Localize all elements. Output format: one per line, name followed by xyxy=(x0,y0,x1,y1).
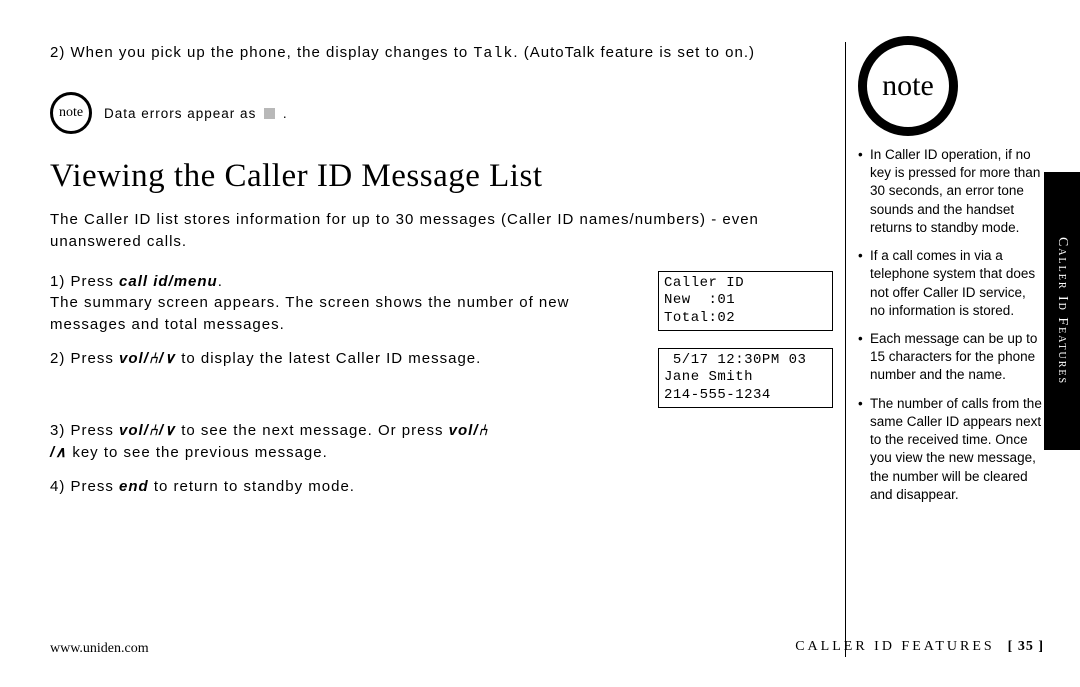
bell-icon: ⑃ xyxy=(479,422,489,439)
note-icon-small: note xyxy=(50,92,92,134)
side-bullet: If a call comes in via a telephone syste… xyxy=(858,247,1044,320)
down-arrow-icon: ∨ xyxy=(164,350,176,367)
side-bullet: The number of calls from the same Caller… xyxy=(858,395,1044,504)
step-autotalk: 2) When you pick up the phone, the displ… xyxy=(50,42,833,64)
bell-icon: ⑃ xyxy=(149,350,159,367)
step-4: 4) Press end to return to standby mode. xyxy=(50,476,833,498)
side-tab: Caller Id Features xyxy=(1044,172,1080,450)
lcd-detail: 5/17 12:30PM 03 Jane Smith 214-555-1234 xyxy=(658,348,833,409)
step-3: 3) Press vol/⑃/∨ to see the next message… xyxy=(50,420,833,464)
footer-url: www.uniden.com xyxy=(50,641,149,657)
lcd-summary: Caller ID New :01 Total:02 xyxy=(658,271,833,332)
bell-icon: ⑃ xyxy=(149,422,159,439)
side-notes: note In Caller ID operation, if no key i… xyxy=(846,42,1044,657)
up-arrow-icon: ∧ xyxy=(55,444,67,461)
step-2: 2) Press vol/⑃/∨ to display the latest C… xyxy=(50,348,833,409)
note-icon-large: note xyxy=(858,36,958,136)
side-bullet: In Caller ID operation, if no key is pre… xyxy=(858,146,1044,237)
note-data-errors: note Data errors appear as . xyxy=(50,92,833,134)
footer-section: CALLER ID FEATURES [ 35 ] xyxy=(795,638,1044,657)
step-1: 1) Press call id/menu. The summary scree… xyxy=(50,271,833,336)
down-arrow-icon: ∨ xyxy=(164,422,176,439)
end-key: end xyxy=(119,478,149,495)
page-footer: www.uniden.com xyxy=(50,641,845,657)
side-bullet: Each message can be up to 15 characters … xyxy=(858,330,1044,385)
gray-square-icon xyxy=(264,108,275,119)
section-heading: Viewing the Caller ID Message List xyxy=(50,158,833,195)
talk-mono: Talk xyxy=(473,45,513,62)
call-id-menu-key: call id/menu xyxy=(119,273,218,290)
section-intro: The Caller ID list stores information fo… xyxy=(50,209,833,253)
